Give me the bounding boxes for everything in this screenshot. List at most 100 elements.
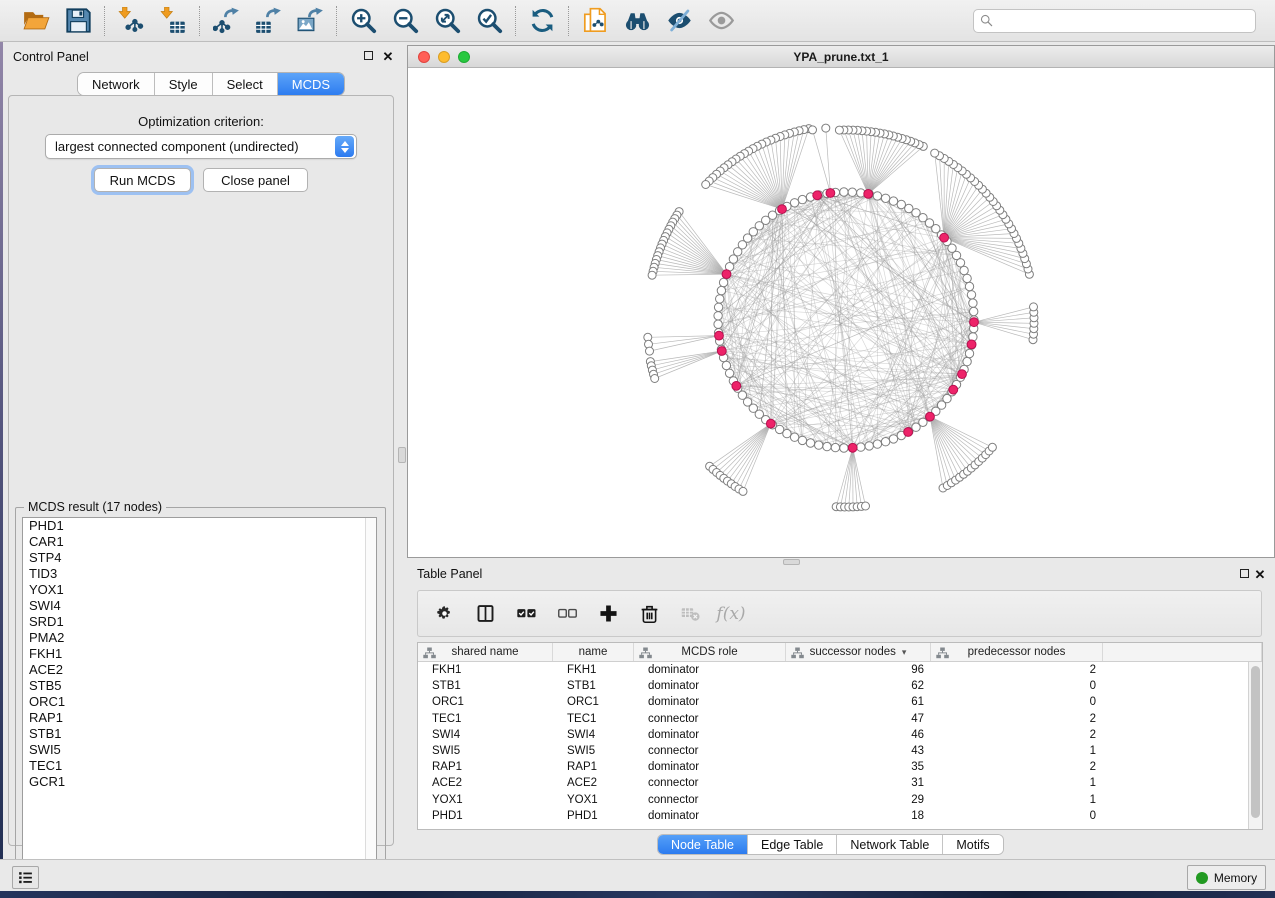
column-header-name[interactable]: name xyxy=(553,643,634,661)
cell-predecessor-nodes: 2 xyxy=(931,727,1103,743)
table-row[interactable]: STB1STB1dominator620 xyxy=(418,678,1262,694)
node-table-scrollbar[interactable] xyxy=(1248,662,1262,829)
criterion-select[interactable]: largest connected component (undirected) xyxy=(45,134,357,159)
cell-shared-name: SWI4 xyxy=(418,727,553,743)
mcds-result-node[interactable]: PHD1 xyxy=(23,518,376,534)
mcds-result-node[interactable]: SWI5 xyxy=(23,742,376,758)
table-row[interactable]: TEC1TEC1connector472 xyxy=(418,711,1262,727)
tab-mcds[interactable]: MCDS xyxy=(278,73,344,95)
network-graph[interactable] xyxy=(408,68,1274,557)
cell-name: SWI5 xyxy=(553,743,634,759)
mcds-tab-content: Optimization criterion: largest connecte… xyxy=(8,95,394,846)
search-input[interactable] xyxy=(994,11,1255,31)
search-objects-button[interactable] xyxy=(622,6,652,36)
table-row[interactable]: SWI5SWI5connector431 xyxy=(418,743,1262,759)
clear-all-checks-button[interactable] xyxy=(555,602,579,626)
mcds-result-node[interactable]: SRD1 xyxy=(23,614,376,630)
table-panel-close-icon[interactable]: ✕ xyxy=(1253,568,1267,581)
import-table-button[interactable] xyxy=(158,6,188,36)
table-row[interactable]: FKH1FKH1dominator962 xyxy=(418,662,1262,678)
import-network-button[interactable] xyxy=(116,6,146,36)
zoom-selected-button[interactable] xyxy=(474,6,504,36)
mcds-result-node[interactable]: FKH1 xyxy=(23,646,376,662)
mcds-result-node[interactable]: SWI4 xyxy=(23,598,376,614)
mcds-result-node[interactable]: PMA2 xyxy=(23,630,376,646)
mcds-result-list[interactable]: PHD1CAR1STP4TID3YOX1SWI4SRD1PMA2FKH1ACE2… xyxy=(22,517,377,874)
zoom-fit-button[interactable] xyxy=(432,6,462,36)
mcds-result-node[interactable]: RAP1 xyxy=(23,710,376,726)
mcds-result-scrollbar[interactable] xyxy=(365,518,376,873)
eye-gray-icon xyxy=(708,7,735,34)
search-box[interactable] xyxy=(973,9,1256,33)
network-canvas[interactable] xyxy=(408,68,1274,557)
show-graphics-details-button[interactable] xyxy=(706,6,736,36)
run-mcds-button[interactable]: Run MCDS xyxy=(94,168,191,192)
control-panel-float-icon[interactable] xyxy=(361,50,375,63)
hide-graphics-details-button[interactable] xyxy=(664,6,694,36)
tab-style[interactable]: Style xyxy=(155,73,213,95)
zoom-in-icon xyxy=(350,7,377,34)
save-session-button[interactable] xyxy=(63,6,93,36)
zoom-fit-icon xyxy=(434,7,461,34)
mcds-result-node[interactable]: STB1 xyxy=(23,726,376,742)
cell-successor-nodes: 18 xyxy=(786,808,931,824)
horizontal-splitter-handle[interactable] xyxy=(783,559,800,565)
column-header-successor-nodes[interactable]: successor nodes▾ xyxy=(786,643,931,661)
network-window-titlebar[interactable]: YPA_prune.txt_1 xyxy=(408,46,1274,68)
mcds-result-node[interactable]: TID3 xyxy=(23,566,376,582)
vertical-splitter-handle[interactable] xyxy=(398,447,406,463)
mcds-result-node[interactable]: STP4 xyxy=(23,550,376,566)
node-table-scroll-thumb[interactable] xyxy=(1251,666,1260,818)
control-panel-close-icon[interactable]: ✕ xyxy=(381,50,395,63)
mcds-result-groupbox: MCDS result (17 nodes) PHD1CAR1STP4TID3Y… xyxy=(15,507,386,881)
table-row[interactable]: PHD1PHD1dominator180 xyxy=(418,808,1262,824)
column-header-MCDS-role[interactable]: MCDS role xyxy=(634,643,786,661)
mcds-result-node[interactable]: CAR1 xyxy=(23,534,376,550)
export-image-button[interactable] xyxy=(295,6,325,36)
zoom-out-button[interactable] xyxy=(390,6,420,36)
zoom-in-button[interactable] xyxy=(348,6,378,36)
cell-shared-name: ORC1 xyxy=(418,694,553,710)
export-image-icon xyxy=(297,7,324,34)
clone-network-button[interactable] xyxy=(580,6,610,36)
table-row[interactable]: YOX1YOX1connector291 xyxy=(418,792,1262,808)
mcds-result-node[interactable]: YOX1 xyxy=(23,582,376,598)
tab-network[interactable]: Network xyxy=(78,73,155,95)
cell-successor-nodes: 35 xyxy=(786,759,931,775)
namespace-tree-icon xyxy=(423,647,436,659)
table-x-icon xyxy=(680,603,701,624)
mcds-result-node[interactable]: TEC1 xyxy=(23,758,376,774)
panel-menu-button[interactable] xyxy=(12,866,39,889)
mcds-result-node[interactable]: ACE2 xyxy=(23,662,376,678)
delete-column-button[interactable] xyxy=(637,602,661,626)
export-network-button[interactable] xyxy=(211,6,241,36)
binoculars-icon xyxy=(624,7,651,34)
show-columns-button[interactable] xyxy=(473,602,497,626)
table-row[interactable]: RAP1RAP1dominator352 xyxy=(418,759,1262,775)
mcds-result-node[interactable]: ORC1 xyxy=(23,694,376,710)
cell-shared-name: RAP1 xyxy=(418,759,553,775)
namespace-tree-icon xyxy=(791,647,804,659)
create-column-button[interactable] xyxy=(596,602,620,626)
memory-status-icon xyxy=(1196,872,1208,884)
open-file-button[interactable] xyxy=(21,6,51,36)
table-row[interactable]: ORC1ORC1dominator610 xyxy=(418,694,1262,710)
tab-motifs[interactable]: Motifs xyxy=(943,835,1002,854)
table-row[interactable]: SWI4SWI4dominator462 xyxy=(418,727,1262,743)
export-table-button[interactable] xyxy=(253,6,283,36)
close-panel-button[interactable]: Close panel xyxy=(203,168,308,192)
refresh-view-button[interactable] xyxy=(527,6,557,36)
tab-edge-table[interactable]: Edge Table xyxy=(748,835,837,854)
table-row[interactable]: ACE2ACE2connector311 xyxy=(418,775,1262,791)
mcds-result-node[interactable]: GCR1 xyxy=(23,774,376,790)
tab-select[interactable]: Select xyxy=(213,73,278,95)
memory-button[interactable]: Memory xyxy=(1187,865,1266,890)
table-panel-float-icon[interactable] xyxy=(1237,568,1251,581)
tab-node-table[interactable]: Node Table xyxy=(658,835,748,854)
column-header-predecessor-nodes[interactable]: predecessor nodes xyxy=(931,643,1103,661)
table-settings-button[interactable] xyxy=(432,602,456,626)
tab-network-table[interactable]: Network Table xyxy=(837,835,943,854)
select-all-checks-button[interactable] xyxy=(514,602,538,626)
column-header-shared-name[interactable]: shared name xyxy=(418,643,553,661)
mcds-result-node[interactable]: STB5 xyxy=(23,678,376,694)
